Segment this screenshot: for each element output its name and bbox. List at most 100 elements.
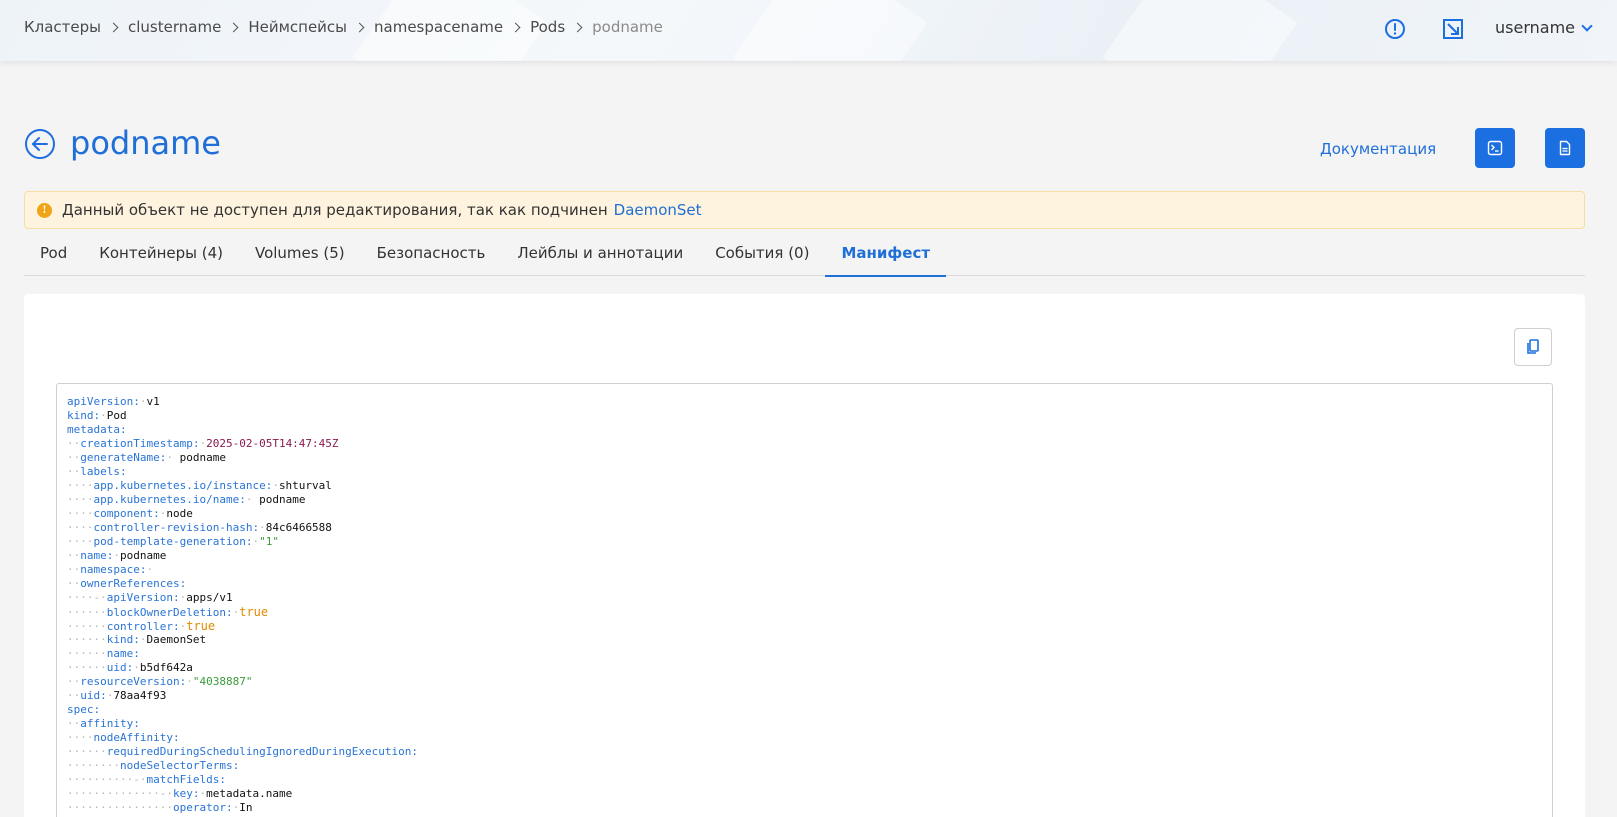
code-indent: ······ xyxy=(67,661,107,674)
tab-item[interactable]: Лейблы и аннотации xyxy=(501,236,699,276)
decorative-stripe xyxy=(732,0,928,61)
code-line: ······name: xyxy=(67,647,1552,661)
code-line: ········nodeSelectorTerms: xyxy=(67,759,1552,773)
yaml-key: app.kubernetes.io/name: xyxy=(93,493,246,506)
code-line: apiVersion:·v1 xyxy=(67,395,1552,409)
tab-item[interactable]: Безопасность xyxy=(361,236,502,276)
code-indent: ·· xyxy=(67,465,81,478)
yaml-key: affinity: xyxy=(80,717,140,730)
breadcrumb-item[interactable]: namespacename xyxy=(374,18,503,36)
chevron-right-icon xyxy=(510,22,521,32)
yaml-value: true xyxy=(239,605,269,619)
breadcrumb-item[interactable]: clustername xyxy=(128,18,221,36)
tab-item[interactable]: События (0) xyxy=(699,236,825,276)
chevron-right-icon xyxy=(108,22,119,32)
breadcrumb-item[interactable]: Pods xyxy=(530,18,565,36)
page-title: podname xyxy=(70,124,221,162)
breadcrumb-item[interactable]: Кластеры xyxy=(24,18,101,36)
code-line: ······controller:·true xyxy=(67,619,1552,633)
code-line: ··uid:·78aa4f93 xyxy=(67,689,1552,703)
tab-item[interactable]: Контейнеры (4) xyxy=(83,236,239,276)
code-line: ··············-·key:·metadata.name xyxy=(67,787,1552,801)
code-line: ····app.kubernetes.io/name:· podname xyxy=(67,493,1552,507)
tab-bar: Pod Контейнеры (4) Volumes (5) Безопасность… xyxy=(24,236,1585,277)
copy-button[interactable] xyxy=(1514,328,1552,366)
code-indent: ·· xyxy=(67,717,81,730)
yaml-key: blockOwnerDeletion: xyxy=(106,606,233,619)
yaml-key: spec: xyxy=(67,703,101,716)
yaml-key: metadata: xyxy=(67,423,127,436)
yaml-value: b5df642a xyxy=(139,661,193,674)
code-indent: ················ xyxy=(67,801,173,814)
yaml-value: 2025-02-05T14:47:45Z xyxy=(206,437,339,450)
yaml-key: apiVersion: xyxy=(106,591,180,604)
chevron-right-icon xyxy=(228,22,239,32)
code-separator: · xyxy=(272,479,279,492)
code-line: ··········-·matchFields: xyxy=(67,773,1552,787)
user-menu[interactable]: username xyxy=(1495,18,1593,37)
code-line: kind:·Pod xyxy=(67,409,1552,423)
yaml-value: Pod xyxy=(106,409,127,422)
code-indent: ·· xyxy=(67,675,81,688)
chevron-right-icon xyxy=(572,22,583,32)
code-separator: · xyxy=(166,451,180,464)
breadcrumb: Кластеры clustername Неймспейсы namespacena… xyxy=(24,18,663,36)
code-line: spec: xyxy=(67,703,1552,717)
tab-item[interactable]: Pod xyxy=(24,236,83,276)
fullscreen-icon[interactable] xyxy=(1441,17,1465,41)
code-line: ······blockOwnerDeletion:·true xyxy=(67,605,1552,619)
yaml-key: name: xyxy=(80,549,114,562)
code-separator: · xyxy=(245,493,260,506)
yaml-key: creationTimestamp: xyxy=(80,437,200,450)
decorative-stripe xyxy=(1102,0,1298,61)
yaml-key: generateName: xyxy=(80,451,167,464)
code-indent: ···· xyxy=(67,479,94,492)
alert-daemonset-link[interactable]: DaemonSet xyxy=(614,201,702,219)
yaml-key: requiredDuringSchedulingIgnoredDuringExe… xyxy=(106,745,419,758)
file-icon xyxy=(1559,140,1571,156)
yaml-key: controller-revision-hash: xyxy=(93,521,260,534)
code-indent: ·· xyxy=(67,549,81,562)
code-line: metadata: xyxy=(67,423,1552,437)
warning-icon: ! xyxy=(37,202,52,218)
code-indent: ·· xyxy=(67,451,81,464)
back-arrow-icon[interactable] xyxy=(24,128,56,160)
download-manifest-button[interactable] xyxy=(1545,128,1585,168)
manifest-editor[interactable]: apiVersion:·v1 kind:·Pod metadata: ··creati… xyxy=(56,383,1553,817)
code-line: ······kind:·DaemonSet xyxy=(67,633,1552,647)
chevron-down-icon xyxy=(1581,19,1593,32)
top-bar: Кластеры clustername Неймспейсы namespacena… xyxy=(0,0,1617,61)
alert-icon[interactable] xyxy=(1383,17,1407,41)
documentation-link[interactable]: Документация xyxy=(1320,140,1436,158)
code-line: ··generateName:· podname xyxy=(67,451,1552,465)
code-indent: ·· xyxy=(67,437,81,450)
code-line: ····pod-template-generation:·"1" xyxy=(67,535,1552,549)
copy-icon xyxy=(1527,339,1539,354)
code-indent: ······ xyxy=(67,633,107,646)
terminal-button[interactable] xyxy=(1475,128,1515,168)
code-indent: ··········-· xyxy=(67,773,147,786)
code-indent: ······ xyxy=(67,745,107,758)
yaml-value: podname xyxy=(179,451,226,464)
code-line: ················operator:·In xyxy=(67,801,1552,815)
code-indent: ······ xyxy=(67,647,107,660)
yaml-value: metadata.name xyxy=(206,787,293,800)
yaml-key: resourceVersion: xyxy=(80,675,187,688)
code-line: ··namespace:· xyxy=(67,563,1552,577)
yaml-key: app.kubernetes.io/instance: xyxy=(93,479,273,492)
code-separator: · xyxy=(133,661,140,674)
yaml-key: apiVersion: xyxy=(67,395,140,408)
yaml-value: v1 xyxy=(146,395,160,408)
yaml-value: podname xyxy=(259,493,306,506)
username-label: username xyxy=(1495,18,1575,37)
yaml-key: ownerReferences: xyxy=(80,577,187,590)
tab-item[interactable]: Volumes (5) xyxy=(239,236,361,276)
yaml-value: podname xyxy=(120,549,167,562)
code-indent: ······ xyxy=(67,620,107,633)
alert-text: Данный объект не доступен для редактиров… xyxy=(62,201,608,219)
code-indent: ··············-· xyxy=(67,787,173,800)
breadcrumb-item[interactable]: Неймспейсы xyxy=(248,18,347,36)
yaml-value: shturval xyxy=(278,479,332,492)
yaml-key: key: xyxy=(172,787,200,800)
tab-item[interactable]: Манифест xyxy=(825,236,946,277)
